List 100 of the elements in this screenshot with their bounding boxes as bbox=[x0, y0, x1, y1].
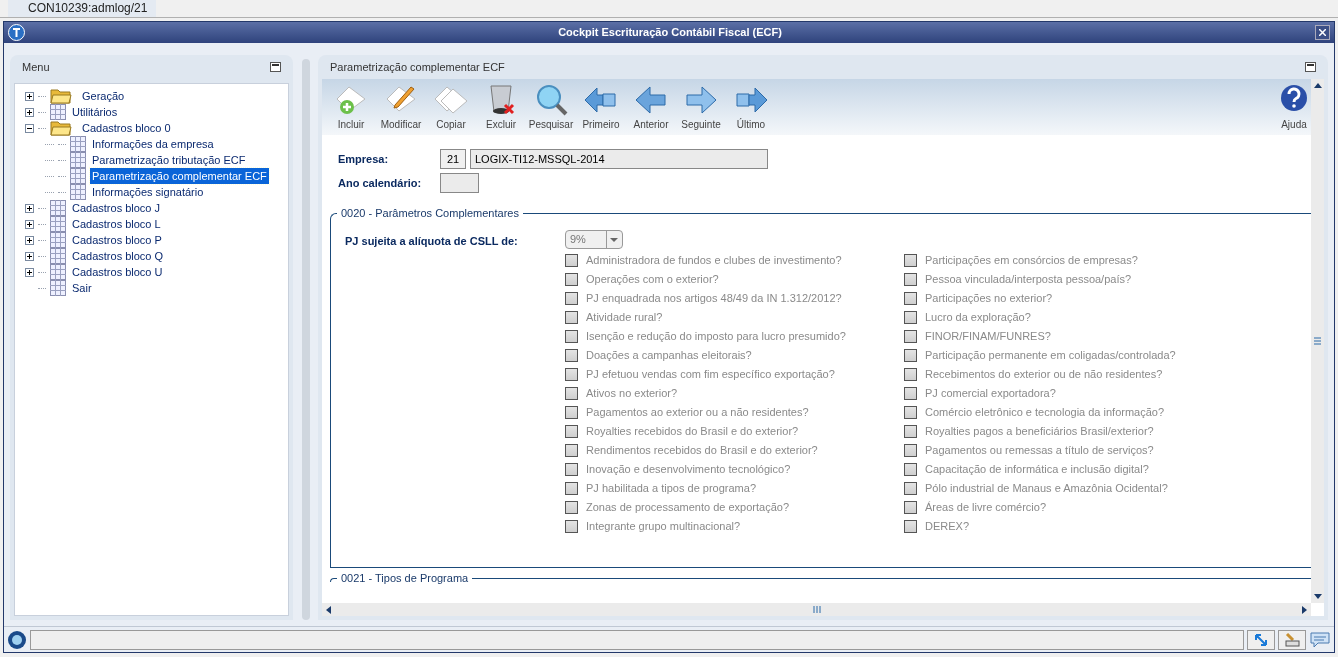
checkbox-label: Doações a campanhas eleitorais? bbox=[586, 348, 752, 364]
expand-icon[interactable] bbox=[25, 235, 34, 245]
checkbox-label: Ativos no exterior? bbox=[586, 386, 678, 402]
toolbar-button[interactable]: Primeiro bbox=[576, 83, 626, 132]
field-label: PJ sujeita a alíquota de CSLL de: bbox=[345, 234, 519, 249]
help-button[interactable]: Ajuda bbox=[1277, 83, 1311, 132]
tree-item[interactable]: Informações signatário bbox=[90, 183, 206, 201]
expand-icon[interactable] bbox=[25, 251, 34, 261]
checkbox-label: Royalties recebidos do Brasil e do exterior? bbox=[586, 424, 799, 440]
checkbox-label: Participações em consórcios de empresas? bbox=[925, 253, 1138, 269]
scroll-left-icon[interactable] bbox=[326, 605, 331, 614]
toolbar-button[interactable]: Modificar bbox=[376, 83, 426, 132]
scroll-down-icon[interactable] bbox=[1313, 594, 1322, 599]
checkbox-label: Isenção e redução do imposto para lucro presumido? bbox=[586, 329, 846, 345]
app-logo-icon bbox=[7, 629, 27, 650]
checkbox-label: Operações com o exterior? bbox=[586, 272, 719, 288]
grid-icon bbox=[50, 216, 66, 232]
toolbar-button[interactable]: Excluir bbox=[476, 83, 526, 132]
toolbar-button[interactable]: Último bbox=[726, 83, 776, 132]
checkbox-label: Atividade rural? bbox=[586, 310, 663, 326]
section-title: 0021 - Tipos de Programa bbox=[337, 571, 473, 585]
collapse-icon[interactable] bbox=[25, 123, 34, 133]
left-arrow-icon bbox=[633, 83, 669, 117]
checkbox-label: FINOR/FINAM/FUNRES? bbox=[925, 329, 1051, 345]
checkbox-label: Comércio eletrônico e tecnologia da informação? bbox=[925, 405, 1165, 421]
grid-icon bbox=[70, 184, 86, 200]
tree-item[interactable]: Cadastros bloco Q bbox=[70, 247, 166, 265]
panel-title: Menu bbox=[22, 59, 50, 75]
scroll-up-icon[interactable] bbox=[1313, 83, 1322, 88]
minimize-icon[interactable] bbox=[270, 62, 281, 72]
folder-icon bbox=[50, 88, 72, 104]
checkbox-label: Recebimentos do exterior ou de não residentes? bbox=[925, 367, 1163, 383]
csll-select[interactable]: 9% bbox=[565, 230, 623, 249]
toolbar-button[interactable]: Incluir bbox=[326, 83, 376, 132]
expand-icon[interactable] bbox=[25, 91, 34, 101]
checkbox-label: Participações no exterior? bbox=[925, 291, 1053, 307]
checkbox-label: Pagamentos ou remessas a título de serviços? bbox=[925, 443, 1154, 459]
checkbox-label: Royalties pagos a beneficiários Brasil/exterior? bbox=[925, 424, 1154, 440]
checkbox-label: PJ enquadrada nos artigos 48/49 da IN 1.312/2012? bbox=[586, 291, 842, 307]
horizontal-scrollbar[interactable] bbox=[322, 603, 1311, 616]
close-button[interactable] bbox=[1315, 25, 1330, 40]
checkbox-label: Pessoa vinculada/interposta pessoa/país? bbox=[925, 272, 1132, 288]
checkbox-label: PJ comercial exportadora? bbox=[925, 386, 1056, 402]
grid-icon bbox=[50, 200, 66, 216]
wrench-icon bbox=[1284, 631, 1300, 648]
tree-item[interactable]: Cadastros bloco J bbox=[70, 199, 163, 217]
window-title: Cockpit Escrituração Contábil Fiscal (ECF) bbox=[557, 25, 783, 41]
tree-item[interactable]: Parametrização complementar ECF bbox=[90, 167, 269, 185]
toolbar-button[interactable]: Copiar bbox=[426, 83, 476, 132]
resize-button[interactable] bbox=[1247, 629, 1275, 650]
tree-item[interactable]: Informações da empresa bbox=[90, 135, 216, 153]
tree-item[interactable]: Cadastros bloco L bbox=[70, 215, 163, 233]
code-field[interactable]: 21 bbox=[440, 149, 466, 169]
grid-icon bbox=[70, 168, 86, 184]
grid-icon bbox=[50, 264, 66, 280]
toolbar-button[interactable]: Pesquisar bbox=[526, 83, 576, 132]
tree-item[interactable]: Cadastros bloco U bbox=[70, 263, 165, 281]
checkbox-label: Administradora de fundos e clubes de investimento? bbox=[586, 253, 842, 269]
checkbox-label: DEREX? bbox=[925, 519, 970, 535]
tree-item[interactable]: Utilitários bbox=[70, 103, 120, 121]
scroll-right-icon[interactable] bbox=[1302, 605, 1307, 614]
grid-icon bbox=[50, 232, 66, 248]
year-field[interactable] bbox=[440, 173, 479, 193]
checkbox-label: Integrante grupo multinacional? bbox=[586, 519, 741, 535]
checkbox-label: PJ habilitada a tipos de programa? bbox=[586, 481, 756, 497]
expand-icon[interactable] bbox=[25, 267, 34, 277]
field-label: Empresa: bbox=[338, 151, 390, 167]
grid-icon bbox=[50, 248, 66, 264]
tree-item[interactable]: Parametrização tributação ECF bbox=[90, 151, 248, 169]
vertical-scrollbar[interactable] bbox=[1311, 79, 1324, 603]
diagonal-arrow-icon bbox=[1254, 632, 1268, 647]
checkbox-label: Capacitação de informática e inclusão digital? bbox=[925, 462, 1149, 478]
grip-icon[interactable] bbox=[1314, 337, 1321, 345]
grid-icon bbox=[50, 280, 66, 296]
toolbar-button[interactable]: Anterior bbox=[626, 83, 676, 132]
app-logo-icon bbox=[8, 24, 25, 41]
checkbox-label: Pólo industrial de Manaus e Amazônia Ocidental? bbox=[925, 481, 1168, 497]
expand-icon[interactable] bbox=[25, 107, 34, 117]
checkbox-label: Zonas de processamento de exportação? bbox=[586, 500, 790, 516]
expand-icon[interactable] bbox=[25, 219, 34, 229]
section-title: 0020 - Parâmetros Complementares bbox=[337, 206, 523, 220]
checkbox-label: Áreas de livre comércio? bbox=[925, 500, 1047, 516]
panel-title: Parametrização complementar ECF bbox=[330, 59, 505, 75]
minimize-icon[interactable] bbox=[1305, 62, 1316, 72]
window-tab[interactable]: CON10239:admlog/21 bbox=[8, 0, 156, 17]
tree-item[interactable]: Geração bbox=[80, 87, 127, 105]
toolbar-button[interactable]: Seguinte bbox=[676, 83, 726, 132]
grid-icon bbox=[70, 152, 86, 168]
right-arrow-icon bbox=[683, 83, 719, 117]
tree-item[interactable]: Cadastros bloco 0 bbox=[80, 119, 173, 137]
checkbox-label: Inovação e desenvolvimento tecnológico? bbox=[586, 462, 791, 478]
grip-icon[interactable] bbox=[812, 606, 821, 613]
tree-item[interactable]: Cadastros bloco P bbox=[70, 231, 164, 249]
checkbox-label: Lucro da exploração? bbox=[925, 310, 1031, 326]
company-field[interactable]: LOGIX-TI12-MSSQL-2014 bbox=[470, 149, 768, 169]
checkbox-label: Participação permanente em coligadas/controlada? bbox=[925, 348, 1176, 364]
field-label: Ano calendário: bbox=[338, 175, 423, 191]
expand-icon[interactable] bbox=[25, 203, 34, 213]
tree-item[interactable]: Sair bbox=[70, 279, 94, 297]
grid-icon bbox=[70, 136, 86, 152]
